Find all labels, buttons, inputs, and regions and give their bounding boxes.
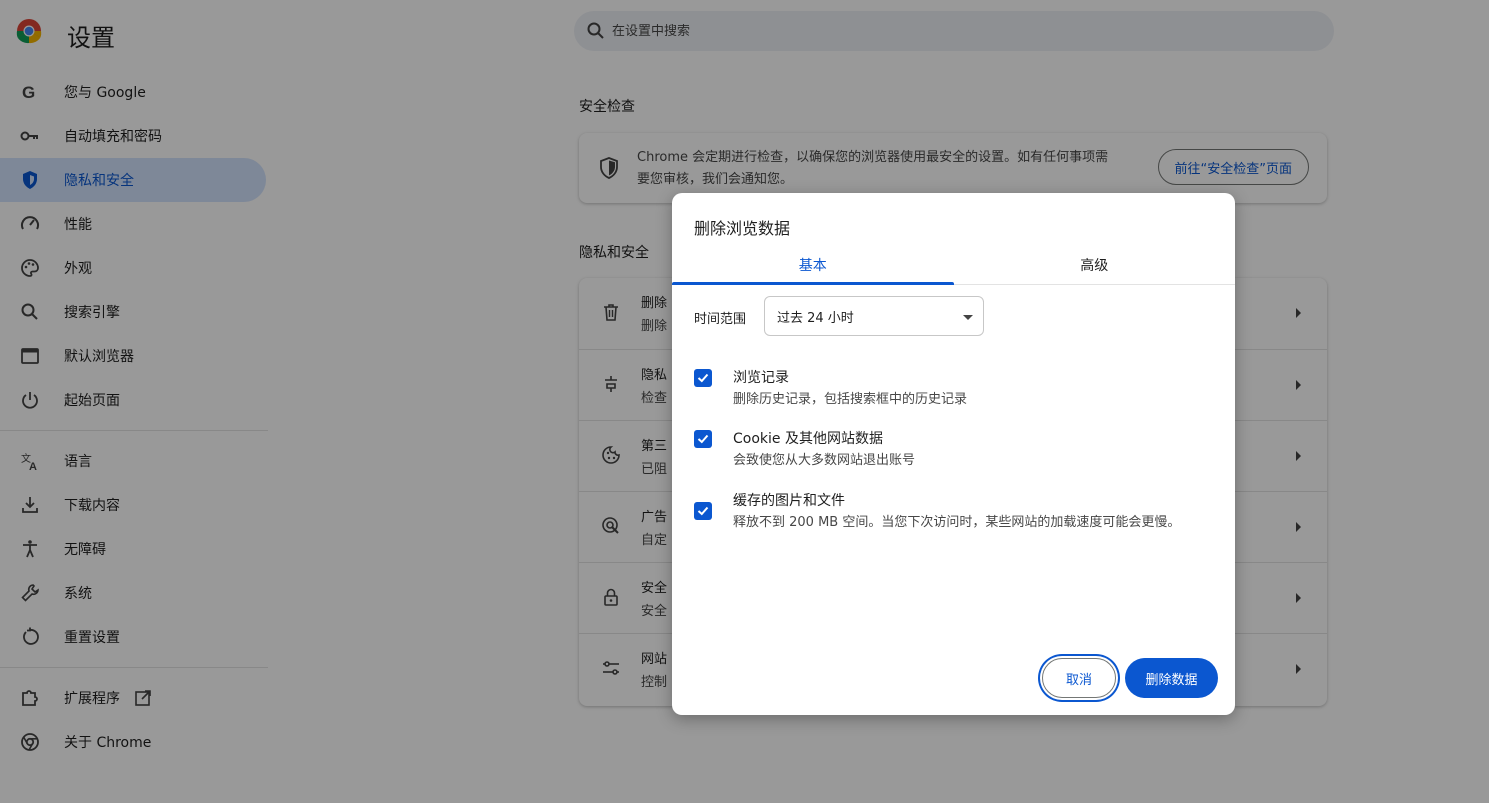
clear-browsing-data-dialog: 删除浏览数据 基本 高级 时间范围 过去 24 小时 浏览记录 删除历史记录，包… <box>672 193 1235 715</box>
check-icon <box>697 373 709 383</box>
time-range-label: 时间范围 <box>694 312 747 327</box>
option-subtitle: 删除历史记录，包括搜索框中的历史记录 <box>733 392 968 407</box>
cancel-button[interactable]: 取消 <box>1042 658 1116 698</box>
dialog-tabs: 基本 高级 <box>672 245 1235 285</box>
option-title: 缓存的图片和文件 <box>733 493 845 509</box>
time-range-value: 过去 24 小时 <box>777 310 854 326</box>
option-title: Cookie 及其他网站数据 <box>733 431 883 447</box>
tab-advanced[interactable]: 高级 <box>954 245 1236 284</box>
check-icon <box>697 434 709 444</box>
delete-data-button[interactable]: 删除数据 <box>1125 658 1218 698</box>
option-subtitle: 会致使您从大多数网站退出账号 <box>733 453 916 468</box>
browsing-history-checkbox[interactable] <box>694 369 712 387</box>
dropdown-arrow-icon <box>963 315 973 320</box>
time-range-select[interactable]: 过去 24 小时 <box>764 296 984 336</box>
cache-checkbox[interactable] <box>694 502 712 520</box>
option-subtitle: 释放不到 200 MB 空间。当您下次访问时，某些网站的加载速度可能会更慢。 <box>733 515 1181 530</box>
dialog-title: 删除浏览数据 <box>694 219 791 238</box>
check-icon <box>697 506 709 516</box>
tab-basic[interactable]: 基本 <box>672 245 954 285</box>
cookies-checkbox[interactable] <box>694 430 712 448</box>
option-title: 浏览记录 <box>733 370 789 386</box>
